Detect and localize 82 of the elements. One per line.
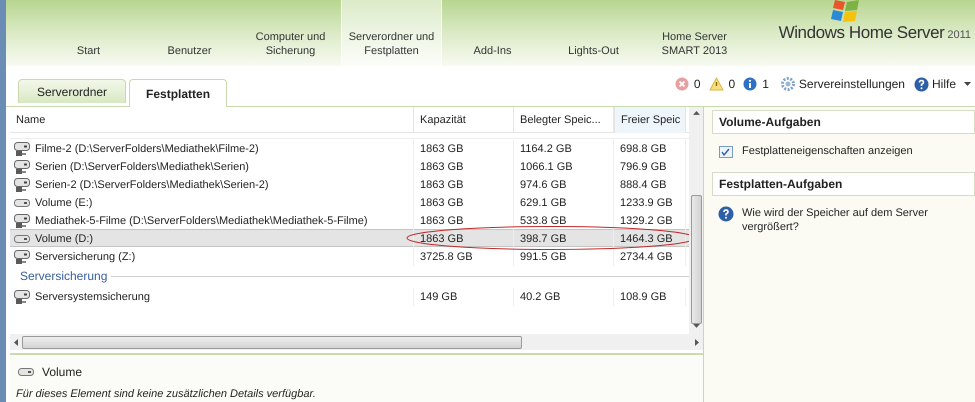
table-cell-text: 698.8 GB	[620, 142, 666, 157]
help-button[interactable]: Hilfe	[914, 75, 971, 93]
table-cell-text: 974.6 GB	[520, 178, 566, 193]
info-icon	[743, 77, 758, 91]
table-cell-text: Serversicherung (Z:)	[35, 250, 136, 265]
server-drive-icon	[14, 142, 30, 156]
table-cell-text: 888.4 GB	[620, 178, 666, 193]
nav-button[interactable]: Start	[38, 0, 139, 66]
table-cell-text: 991.5 GB	[520, 250, 566, 265]
table-cell-text: Volume (E:)	[35, 196, 92, 211]
settings-button[interactable]: Servereinstellungen	[780, 75, 905, 93]
table-cell-text: 1164.2 GB	[520, 142, 572, 157]
table-cell-text: 2734.4 GB	[620, 250, 673, 265]
details-text: Für dieses Element sind keine zusätzlichen Details verfügbar.	[16, 387, 317, 402]
nav-button[interactable]: Lights-Out	[543, 0, 644, 66]
task-link[interactable]: Festplatteneigenschaften anzeigen	[712, 134, 975, 172]
table-cell-text: 40.2 GB	[520, 290, 560, 305]
error-count: 0	[694, 76, 701, 93]
help-icon	[914, 76, 929, 92]
table-cell-text: Serversystemsicherung	[35, 290, 150, 305]
table-cell-text: 1863 GB	[420, 232, 464, 247]
column-header[interactable]: Freier Speic	[614, 107, 686, 133]
group-heading: Serversicherung	[20, 268, 108, 285]
table-cell-text: Serien (D:\ServerFolders\Mediathek\Serien)	[35, 160, 249, 175]
drive-icon	[14, 198, 30, 208]
table-cell-text: 533.8 GB	[520, 214, 566, 229]
vertical-scrollbar[interactable]	[689, 107, 703, 334]
column-header[interactable]: Name	[10, 107, 414, 133]
nav-button[interactable]: Computer und Sicherung	[240, 0, 341, 66]
help-icon	[718, 206, 734, 222]
table-cell-text: 3725.8 GB	[420, 250, 473, 265]
tab[interactable]: Festplatten	[129, 79, 228, 107]
horizontal-scrollbar[interactable]	[10, 334, 703, 350]
tab[interactable]: Serverordner	[18, 79, 126, 103]
settings-icon	[780, 76, 796, 92]
table-cell-text: 1464.3 GB	[620, 232, 673, 247]
windows-logo-icon	[831, 0, 861, 22]
table-cell-text: 1066.1 GB	[520, 160, 573, 175]
server-drive-icon	[14, 160, 30, 174]
table-row[interactable]: Volume (D:) 1863 GB 398.7 GB 1464.3 GB	[10, 229, 689, 247]
table-cell-text: 1863 GB	[420, 178, 464, 193]
checklist-icon	[718, 144, 734, 160]
warning-count: 0	[728, 76, 736, 93]
table-cell-text: 1863 GB	[420, 214, 464, 229]
error-icon	[674, 77, 689, 91]
table-cell-text: 1863 GB	[420, 196, 464, 211]
table-cell-text: 1233.9 GB	[620, 196, 673, 211]
details-title: Volume	[42, 364, 82, 381]
nav-button[interactable]: Home Server SMART 2013	[644, 0, 745, 66]
nav-button[interactable]: Serverordner und Festplatten	[341, 0, 442, 66]
warning-icon	[708, 77, 724, 91]
table-cell-text: 796.9 GB	[620, 160, 666, 175]
product-version: 2011	[947, 28, 971, 43]
column-header[interactable]: Kapazität	[414, 107, 514, 133]
table-cell-text: Volume (D:)	[35, 232, 94, 247]
server-drive-icon	[14, 178, 30, 192]
table-cell-text: 1329.2 GB	[620, 214, 673, 229]
server-drive-icon	[14, 290, 30, 304]
table-cell-text: Serien-2 (D:\ServerFolders\Mediathek\Serien-2)	[35, 178, 269, 193]
scroll-left-icon[interactable]	[14, 338, 18, 346]
scroll-up-icon[interactable]	[692, 111, 700, 115]
scroll-right-icon[interactable]	[695, 338, 699, 346]
info-count: 1	[762, 76, 769, 93]
nav-button[interactable]: Add-Ins	[442, 0, 543, 66]
nav-button[interactable]: Benutzer	[139, 0, 240, 66]
table-cell-text: 1863 GB	[420, 160, 464, 175]
server-drive-icon	[14, 214, 30, 228]
table-cell-text: 629.1 GB	[520, 196, 566, 211]
drive-icon	[14, 234, 30, 244]
table-cell-text: 149 GB	[420, 290, 458, 305]
table-cell-text: 108.9 GB	[620, 290, 666, 305]
server-drive-icon	[14, 250, 30, 264]
table-cell-text: Mediathek-5-Filme (D:\ServerFolders\Mediathek\Mediathek-5-Filme)	[35, 214, 368, 229]
product-logo-text: Windows Home Server	[778, 22, 944, 44]
drive-icon	[18, 367, 34, 377]
task-link[interactable]: Wie wird der Speicher auf dem Server vergrößert?	[712, 196, 975, 246]
section-header: Festplatten-Aufgaben	[712, 172, 975, 196]
table-cell-text: Filme-2 (D:\ServerFolders\Mediathek\Filme-2)	[35, 142, 259, 157]
table-cell-text: 398.7 GB	[520, 232, 566, 247]
table-cell-text: 1863 GB	[420, 142, 464, 157]
dropdown-caret-icon	[964, 82, 971, 86]
section-header: Volume-Aufgaben	[712, 110, 975, 134]
